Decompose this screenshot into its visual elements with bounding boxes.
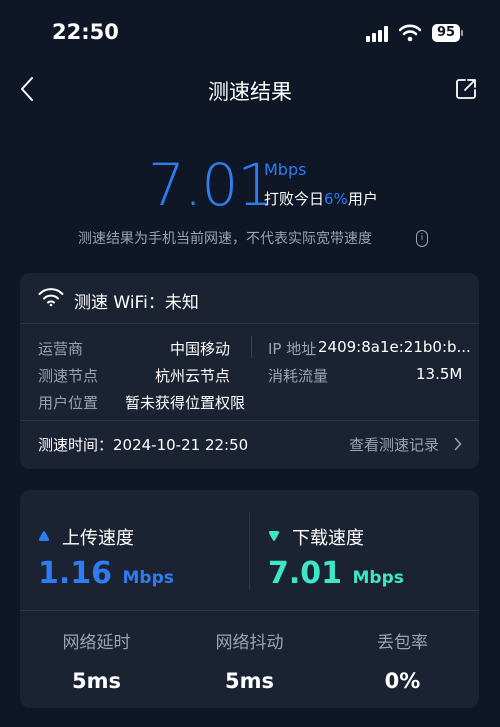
- wifi-icon: [38, 288, 64, 307]
- column-divider: [251, 336, 252, 358]
- packet-loss-label: 丢包率: [377, 633, 428, 653]
- share-icon[interactable]: [454, 77, 478, 101]
- jitter-value: 5ms: [225, 669, 274, 693]
- latency-value: 5ms: [72, 669, 121, 693]
- download-icon: [268, 531, 280, 541]
- traffic-key: 消耗流量: [268, 367, 329, 385]
- node-key: 测速节点: [38, 367, 99, 385]
- test-time: 测速时间：2024-10-21 22:50: [38, 436, 249, 454]
- location-key: 用户位置: [38, 394, 99, 412]
- download-speed-value: 7.01: [148, 151, 274, 219]
- beat-users-text: 打败今日6%用户: [264, 188, 378, 209]
- packet-loss-metric: 丢包率 0%: [326, 628, 479, 693]
- battery-tip: [461, 30, 463, 36]
- packet-loss-value: 0%: [384, 669, 421, 693]
- chevron-right-icon[interactable]: [454, 437, 462, 451]
- nav-bar: 测速结果: [0, 64, 500, 114]
- location-value: 暂未获得位置权限: [125, 394, 246, 412]
- download-label: 下载速度: [292, 528, 364, 549]
- cellular-signal-icon: [366, 26, 390, 42]
- ip-key: IP 地址: [268, 340, 317, 358]
- operator-value: 中国移动: [170, 340, 231, 358]
- speed-divider: [249, 512, 250, 590]
- page-title: 测速结果: [208, 80, 292, 104]
- jitter-label: 网络抖动: [215, 633, 284, 653]
- disclaimer-text: 测速结果为手机当前网速，不代表实际宽带速度: [78, 231, 372, 247]
- speed-summary: 7.01 Mbps 打败今日6%用户: [0, 150, 500, 220]
- history-link[interactable]: 查看测速记录: [349, 434, 439, 455]
- beat-prefix: 打败今日: [264, 190, 325, 208]
- jitter-metric: 网络抖动 5ms: [173, 628, 326, 693]
- wifi-row: 测速 WiFi：未知: [20, 273, 479, 324]
- speed-results-card: 上传速度 1.16 Mbps 下载速度 7.01 Mbps 网络延时 5ms 网…: [20, 490, 479, 708]
- beat-percent: 6%: [324, 190, 348, 208]
- upload-unit: Mbps: [122, 568, 174, 588]
- traffic-value: 13.5M: [416, 365, 463, 383]
- ip-value: 2409:8a1e:21b0:b...: [318, 338, 471, 356]
- disclaimer: 测速结果为手机当前网速，不代表实际宽带速度 i: [0, 228, 500, 248]
- download-speed: 7.01 Mbps: [268, 556, 404, 591]
- wifi-status-icon: [399, 24, 421, 42]
- operator-key: 运营商: [38, 340, 84, 358]
- network-info-card: 测速 WiFi：未知 运营商 中国移动 测速节点 杭州云节点 用户位置 暂未获得…: [20, 273, 479, 469]
- status-bar: 22:50 95: [0, 0, 500, 64]
- upload-icon: [38, 531, 50, 541]
- battery-icon: 95: [432, 24, 460, 42]
- upload-speed: 1.16 Mbps: [38, 556, 174, 591]
- latency-label: 网络延时: [62, 633, 131, 653]
- wifi-name: 测速 WiFi：未知: [74, 293, 199, 313]
- upload-label: 上传速度: [62, 528, 134, 549]
- divider: [20, 420, 479, 421]
- status-time: 22:50: [52, 20, 119, 44]
- upload-value: 1.16: [38, 556, 113, 591]
- node-value: 杭州云节点: [155, 367, 231, 385]
- download-value: 7.01: [268, 556, 343, 591]
- info-icon[interactable]: i: [416, 230, 428, 247]
- speed-unit: Mbps: [264, 160, 307, 179]
- download-unit: Mbps: [352, 568, 404, 588]
- metrics-divider: [20, 610, 479, 611]
- latency-metric: 网络延时 5ms: [20, 628, 173, 693]
- beat-suffix: 用户: [347, 190, 378, 208]
